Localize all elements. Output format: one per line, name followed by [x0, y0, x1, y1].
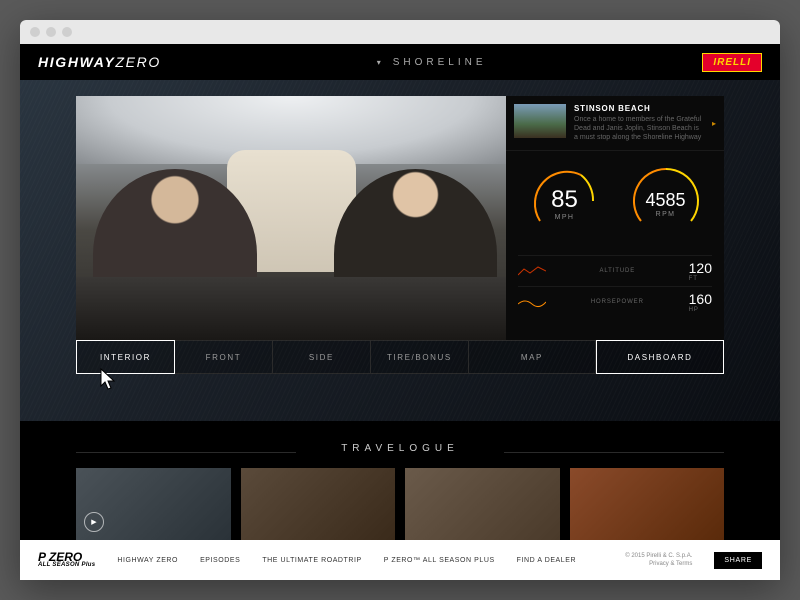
footer-logo-b: ALL SEASON Plus — [38, 563, 95, 568]
logo-part-a: HIGHWAY — [38, 54, 115, 70]
altitude-label: ALTITUDE — [599, 268, 635, 274]
travelogue-thumb[interactable] — [570, 468, 725, 540]
poi-desc: Once a home to members of the Grateful D… — [574, 115, 704, 142]
footer-link[interactable]: P ZERO™ ALL SEASON PLUS — [384, 557, 495, 564]
tab-interior[interactable]: INTERIOR — [76, 340, 175, 374]
sponsor-badge[interactable]: IRELLI — [702, 53, 762, 72]
altitude-value: 120 — [689, 260, 712, 276]
footer-link[interactable]: EPISODES — [200, 557, 240, 564]
tab-side[interactable]: SIDE — [273, 340, 371, 374]
footer-logo[interactable]: P ZERO ALL SEASON Plus — [38, 552, 95, 568]
tab-map[interactable]: MAP — [469, 340, 596, 374]
altitude-unit: FT — [689, 276, 712, 282]
footer-link[interactable]: THE ULTIMATE ROADTRIP — [262, 557, 361, 564]
browser-chrome — [20, 20, 780, 44]
site-header: HIGHWAYZERO SHORELINE IRELLI — [20, 44, 780, 80]
main-stage: STINSON BEACH Once a home to members of … — [20, 80, 780, 421]
video-scene — [76, 277, 506, 340]
play-icon: ▶ — [84, 512, 104, 532]
chevron-right-icon[interactable]: ▸ — [712, 119, 716, 128]
travelogue-thumb[interactable]: ▶ — [76, 468, 231, 540]
speed-gauge: 85 MPH — [518, 159, 611, 249]
tab-dashboard[interactable]: DASHBOARD — [596, 340, 724, 374]
site-logo[interactable]: HIGHWAYZERO — [38, 54, 161, 70]
route-dropdown[interactable]: SHORELINE — [161, 57, 702, 68]
footer-link[interactable]: FIND A DEALER — [517, 557, 576, 564]
tab-tire[interactable]: TIRE/BONUS — [371, 340, 469, 374]
copyright: © 2015 Pirelli & C. S.p.A. — [625, 552, 692, 560]
site-footer: P ZERO ALL SEASON Plus HIGHWAY ZERO EPIS… — [20, 540, 780, 580]
poi-text: STINSON BEACH Once a home to members of … — [574, 104, 704, 142]
browser-window: HIGHWAYZERO SHORELINE IRELLI STINSON BEA… — [20, 20, 780, 580]
sparkline-icon — [518, 265, 546, 277]
share-button[interactable]: SHARE — [714, 552, 762, 569]
hp-unit: HP — [689, 307, 712, 313]
video-panel: STINSON BEACH Once a home to members of … — [76, 96, 724, 340]
rpm-gauge: 4585 RPM — [619, 159, 712, 249]
travelogue-thumbs: ▶ — [76, 468, 724, 540]
window-max-dot[interactable] — [62, 27, 72, 37]
altitude-stat: ALTITUDE 120FT — [518, 255, 712, 286]
privacy-link[interactable]: Privacy & Terms — [625, 560, 692, 568]
view-tabs: INTERIOR FRONT SIDE TIRE/BONUS MAP DASHB… — [76, 340, 724, 374]
hp-label: HORSEPOWER — [591, 299, 644, 305]
poi-title: STINSON BEACH — [574, 104, 704, 113]
tab-front[interactable]: FRONT — [175, 340, 273, 374]
poi-thumbnail — [514, 104, 566, 138]
hp-value: 160 — [689, 291, 712, 307]
sparkline-icon — [518, 296, 546, 308]
footer-legal: © 2015 Pirelli & C. S.p.A. Privacy & Ter… — [625, 552, 692, 569]
logo-part-b: ZERO — [115, 54, 161, 70]
travelogue-thumb[interactable] — [405, 468, 560, 540]
footer-link[interactable]: HIGHWAY ZERO — [117, 557, 178, 564]
hp-stat: HORSEPOWER 160HP — [518, 286, 712, 317]
video-player[interactable] — [76, 96, 506, 340]
gauge-cluster: 85 MPH 4585 RPM ALTITUDE 1 — [506, 151, 724, 340]
cursor-icon — [100, 368, 118, 392]
travelogue-section: TRAVELOGUE ▶ — [20, 421, 780, 540]
window-close-dot[interactable] — [30, 27, 40, 37]
travelogue-title: TRAVELOGUE — [76, 435, 724, 468]
window-min-dot[interactable] — [46, 27, 56, 37]
footer-nav: HIGHWAY ZERO EPISODES THE ULTIMATE ROADT… — [117, 557, 603, 564]
telemetry-sidebar: STINSON BEACH Once a home to members of … — [506, 96, 724, 340]
poi-card[interactable]: STINSON BEACH Once a home to members of … — [506, 96, 724, 151]
travelogue-thumb[interactable] — [241, 468, 396, 540]
